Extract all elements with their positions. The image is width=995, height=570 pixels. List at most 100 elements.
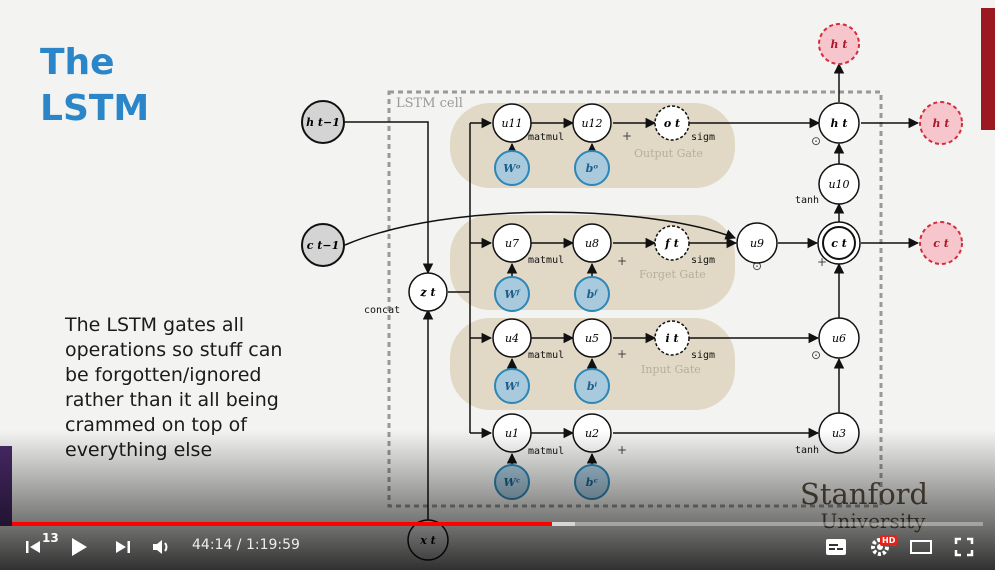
time-separator: / [232, 537, 246, 553]
c-cell-node: c t [817, 221, 861, 265]
input-gate-label: Input Gate [641, 363, 701, 376]
subtitles-icon [826, 539, 846, 555]
watermark-line1: Stanford [800, 477, 929, 511]
svg-text:u6: u6 [832, 332, 846, 345]
h-output-node: h t [919, 101, 963, 145]
bf-node: bᶠ [574, 276, 610, 312]
u12-node: u12 [572, 103, 612, 143]
sigm-label-input: sigm [691, 350, 715, 361]
video-frame[interactable]: The LSTM The LSTM gates all operations s… [0, 0, 995, 570]
u8-node: u8 [572, 223, 612, 263]
h-prev-node: h t−1 [301, 100, 345, 144]
svg-text:u9: u9 [750, 237, 764, 250]
skip-previous-icon [26, 541, 40, 553]
svg-text:h t: h t [933, 117, 950, 130]
u4-node: u4 [492, 318, 532, 358]
u7-node: u7 [492, 223, 532, 263]
i-gate-node: i t [654, 320, 690, 356]
c-output-node: c t [919, 221, 963, 265]
o-gate-node: o t [654, 105, 690, 141]
u1-node: u1 [492, 413, 532, 453]
c-prev-node: c t−1 [301, 223, 345, 267]
svg-text:i t: i t [665, 332, 678, 345]
x-input-node: x t [407, 519, 449, 561]
Wi-node: Wⁱ [494, 368, 530, 404]
tanh-label-u3: tanh [795, 445, 819, 456]
svg-text:u11: u11 [501, 117, 522, 130]
Wf-node: Wᶠ [494, 276, 530, 312]
theater-mode-button[interactable] [908, 536, 934, 558]
svg-text:bᶜ: bᶜ [586, 476, 599, 489]
svg-text:u2: u2 [585, 427, 599, 440]
u10-node: u10 [818, 163, 860, 205]
h-cell-node: h t [818, 102, 860, 144]
fullscreen-icon [954, 537, 974, 557]
svg-text:x t: x t [419, 534, 435, 547]
matmul-label-input: matmul [528, 350, 564, 361]
svg-text:u5: u5 [585, 332, 599, 345]
u2-node: u2 [572, 413, 612, 453]
svg-text:u8: u8 [585, 237, 599, 250]
current-time: 44:14 [192, 537, 233, 553]
svg-text:h t: h t [831, 117, 848, 130]
z-concat-node: z t [408, 272, 448, 312]
duration: 1:19:59 [245, 537, 300, 553]
svg-text:f t: f t [664, 237, 679, 250]
progress-played [12, 522, 552, 526]
sigm-label-output: sigm [691, 132, 715, 143]
h-output-top-node: h t [818, 23, 860, 65]
svg-text:c t: c t [831, 237, 847, 250]
bo-node: bᵒ [574, 150, 610, 186]
subtitles-button[interactable] [824, 536, 848, 558]
u3-node: u3 [818, 412, 860, 454]
plus-label-u8: + [617, 254, 627, 268]
volume-button[interactable] [150, 536, 174, 558]
plus-label-u2: + [617, 443, 627, 457]
svg-text:u7: u7 [505, 237, 519, 250]
svg-text:u1: u1 [505, 427, 519, 440]
svg-text:u4: u4 [505, 332, 519, 345]
svg-text:Wᶜ: Wᶜ [503, 476, 520, 489]
svg-text:u3: u3 [832, 427, 846, 440]
u11-node: u11 [492, 103, 532, 143]
previous-button[interactable] [22, 536, 44, 558]
svg-text:h t−1: h t−1 [306, 116, 340, 129]
svg-text:u12: u12 [581, 117, 602, 130]
forget-gate-label: Forget Gate [639, 268, 706, 281]
progress-bar[interactable] [12, 522, 983, 526]
svg-text:Wᵒ: Wᵒ [503, 162, 521, 175]
play-icon [72, 538, 87, 556]
play-button[interactable] [66, 534, 92, 560]
odot-label-u6: ⊙ [811, 348, 821, 362]
fullscreen-button[interactable] [952, 536, 976, 558]
lstm-cell-label: LSTM cell [396, 96, 463, 111]
matmul-label-forget: matmul [528, 255, 564, 266]
settings-button[interactable]: HD [866, 535, 898, 559]
bc-node: bᶜ [574, 464, 610, 500]
tanh-label-u10: tanh [795, 195, 819, 206]
svg-text:o t: o t [664, 117, 680, 130]
svg-text:h t: h t [831, 38, 848, 51]
Wc-node: Wᶜ [494, 464, 530, 500]
theater-mode-icon [910, 540, 932, 554]
u5-node: u5 [572, 318, 612, 358]
hd-badge: HD [880, 535, 898, 546]
volume-icon [153, 540, 168, 554]
time-display: 44:14 / 1:19:59 [192, 537, 300, 553]
matmul-label-output: matmul [528, 132, 564, 143]
output-gate-label: Output Gate [634, 147, 703, 160]
svg-text:c t: c t [933, 237, 949, 250]
chapter-badge: 13 [42, 531, 59, 545]
plus-label-u12: + [622, 129, 632, 143]
concat-label: concat [364, 305, 400, 316]
svg-text:Wᶠ: Wᶠ [504, 288, 520, 301]
svg-text:bᵒ: bᵒ [586, 162, 599, 175]
u6-node: u6 [818, 317, 860, 359]
svg-text:bᶠ: bᶠ [587, 288, 599, 301]
sigm-label-forget: sigm [691, 255, 715, 266]
odot-label-ht: ⊙ [811, 134, 821, 148]
svg-text:c t−1: c t−1 [307, 239, 339, 252]
skip-next-icon [116, 541, 130, 553]
next-button[interactable] [112, 536, 134, 558]
matmul-label-candidate: matmul [528, 446, 564, 457]
